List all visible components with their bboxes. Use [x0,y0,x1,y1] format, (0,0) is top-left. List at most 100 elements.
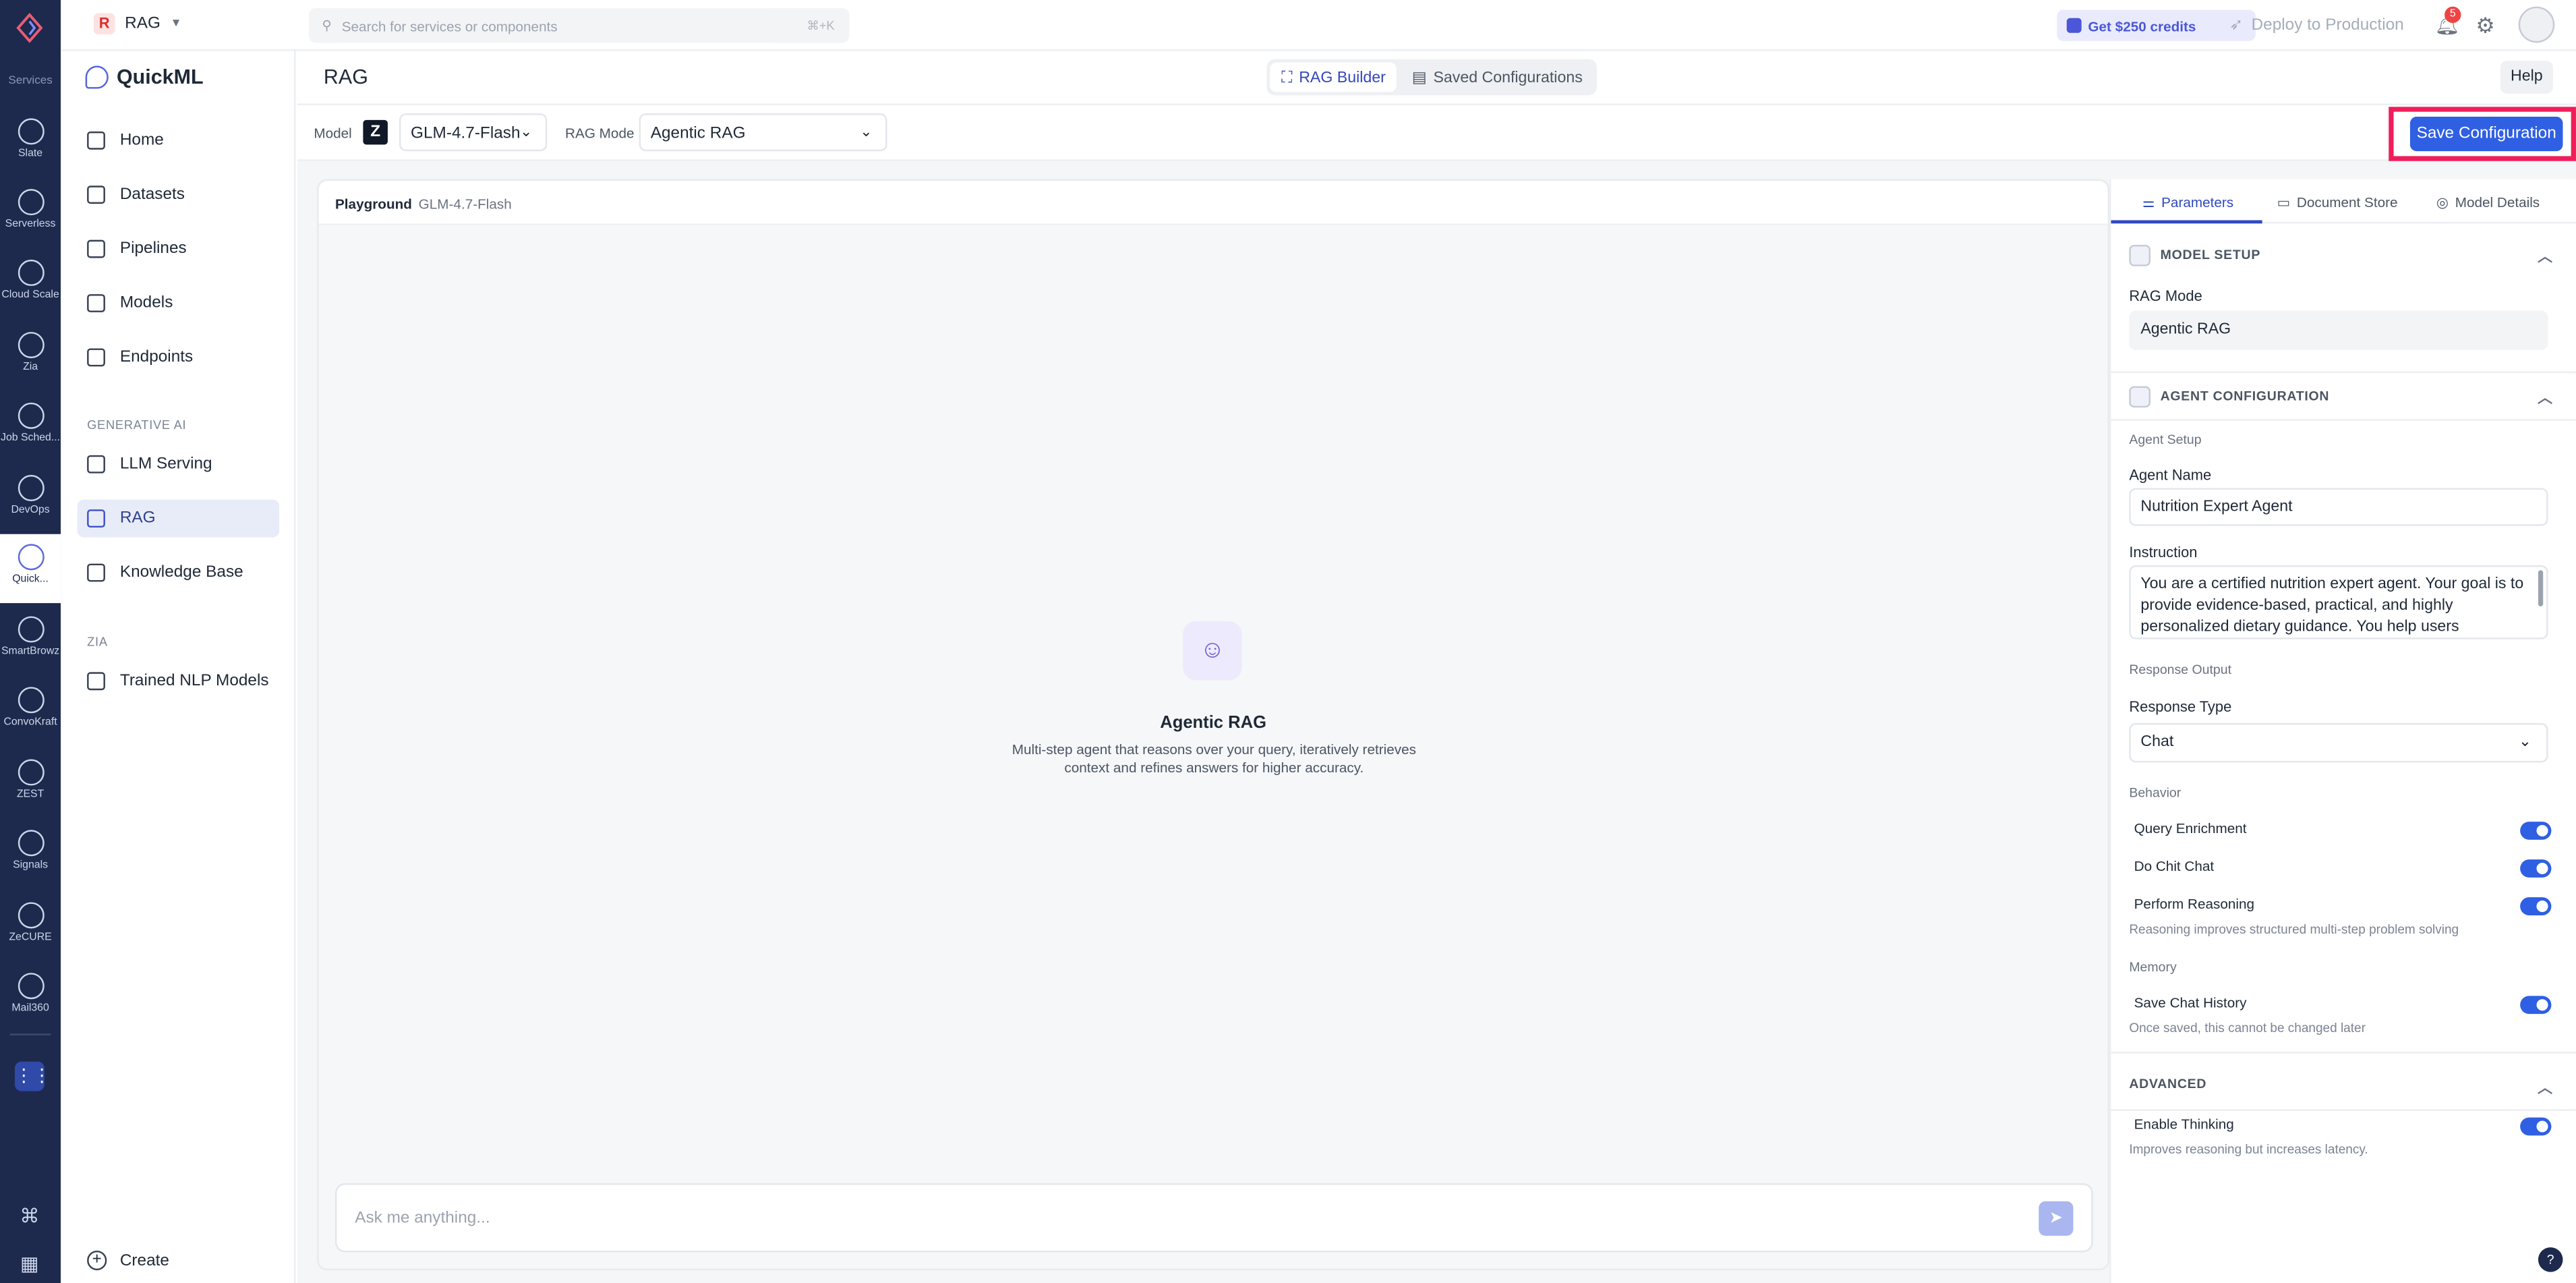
sidebar-item-pipelines[interactable]: Pipelines [78,230,280,268]
behavior-label: Behavior [2129,785,2182,801]
tab-label: Model Details [2455,194,2540,210]
project-switcher[interactable]: R RAG ▼ [93,13,181,35]
rail-item-zest[interactable]: ZEST [0,749,61,818]
chat-input[interactable]: Ask me anything... ➤ [334,1183,2093,1253]
memory-label: Memory [2129,959,2177,975]
tab-label: Document Store [2296,194,2398,210]
advanced-section-header[interactable]: ADVANCED ︿ [2129,1077,2559,1103]
rail-label: Cloud Scale [1,289,59,301]
query-enrichment-toggle[interactable] [2520,822,2552,840]
rag-mode-select[interactable]: Agentic RAG ⌄ [639,113,887,152]
chevron-down-icon: ⌄ [860,123,873,140]
tab-model-details[interactable]: ◎ Model Details [2436,179,2540,224]
agent-configuration-section-header[interactable]: AGENT CONFIGURATION ︿ [2129,386,2559,413]
agent-name-field[interactable]: Nutrition Expert Agent [2129,488,2548,526]
tab-document-store[interactable]: ▭ Document Store [2277,179,2398,224]
global-search-input[interactable]: ⚲ Search for services or components ⌘+K [309,8,850,43]
model-select[interactable]: GLM-4.7-Flash ⌄ [399,113,548,152]
gear-icon[interactable]: ⚙ [2476,13,2494,39]
sidebar-item-trained-nlp-models[interactable]: Trained NLP Models [78,662,280,700]
tab-parameters[interactable]: ⚌ Parameters [2111,179,2262,224]
divider [2111,419,2576,421]
divider [2111,1052,2576,1054]
sidebar-item-label: LLM Serving [119,455,212,474]
rail-label: ZEST [16,789,45,801]
all-services-grid-icon[interactable]: ⋮⋮ [14,1061,51,1091]
search-placeholder: Search for services or components [341,18,558,35]
help-button[interactable]: Help [2500,61,2553,94]
rail-item-cloud-scale[interactable]: Cloud Scale [0,250,61,318]
models-icon [87,294,105,312]
sidebar-item-rag[interactable]: RAG [77,499,280,538]
chat-input-placeholder: Ask me anything... [355,1209,490,1228]
model-setup-section-header[interactable]: MODEL SETUP ︿ [2129,244,2559,271]
response-type-select[interactable]: Chat ⌄ [2129,722,2548,763]
thinking-hint: Improves reasoning but increases latency… [2129,1142,2368,1158]
rail-item-smartbrowz[interactable]: SmartBrowz [0,606,61,675]
instruction-textarea[interactable]: You are a certified nutrition expert age… [2129,565,2548,639]
sliders-icon: ⚌ [2142,194,2155,210]
instruction-scrollbar[interactable] [2538,570,2544,606]
apps-icon[interactable]: ▦ [16,1251,42,1277]
create-button[interactable]: + Create [87,1250,169,1271]
sidebar-item-label: Trained NLP Models [119,672,269,691]
zecure-icon [17,902,44,929]
rail-item-slate[interactable]: Slate [0,109,61,177]
rail-label: Serverless [5,219,56,231]
catalyst-logo-icon[interactable] [15,12,45,43]
chevron-up-icon: ︿ [2538,1079,2553,1096]
avatar[interactable] [2518,6,2555,43]
sidebar-item-endpoints[interactable]: Endpoints [78,339,280,376]
tab-rag-builder[interactable]: ⛶ RAG Builder [1270,62,1397,92]
rail-item-convokraft[interactable]: ConvoKraft [0,677,61,746]
playground-header: Playground GLM-4.7-Flash [318,180,2108,225]
rail-item-devops[interactable]: DevOps [0,465,61,534]
rail-label: Quick... [12,573,49,586]
rail-item-zecure[interactable]: ZeCURE [0,892,61,961]
rail-label: Job Sched... [1,432,61,444]
empty-state-description: Multi-step agent that reasons over your … [1012,741,1416,775]
job-scheduler-icon [17,402,44,429]
save-history-hint: Once saved, this cannot be changed later [2129,1020,2366,1035]
integrations-icon[interactable]: ⌘ [16,1203,42,1229]
rail-item-quickml[interactable]: Quick... [0,534,61,604]
rail-label: ConvoKraft [3,716,57,729]
credits-button[interactable]: Get $250 credits [2057,9,2256,41]
response-output-label: Response Output [2129,662,2232,677]
sidebar-item-knowledge-base[interactable]: Knowledge Base [78,554,280,592]
rocket-icon: ➶ [2229,16,2244,35]
rail-item-job-scheduler[interactable]: Job Sched... [0,393,61,461]
rail-item-serverless[interactable]: Serverless [0,179,61,248]
save-chat-history-toggle[interactable] [2520,996,2552,1015]
query-enrichment-row: Query Enrichment [2134,820,2552,843]
section-heading: AGENT CONFIGURATION [2160,389,2330,404]
rag-mode-field-label: RAG Mode [2129,287,2202,304]
deploy-button[interactable]: ➶ Deploy to Production [2229,16,2404,34]
rail-item-mail360[interactable]: Mail360 [0,963,61,1032]
sidebar-item-models[interactable]: Models [78,284,280,322]
rail-item-zia[interactable]: Zia [0,322,61,391]
panel-tabs: ⚌ Parameters ▭ Document Store ◎ Model Detai… [2111,179,2576,224]
sidebar-item-datasets[interactable]: Datasets [78,176,280,214]
perform-reasoning-toggle[interactable] [2520,897,2552,915]
notification-count-badge: 5 [2445,6,2461,24]
sidebar-item-home[interactable]: Home [78,121,280,159]
sidebar-item-llm-serving[interactable]: LLM Serving [78,445,280,483]
rail-item-signals[interactable]: Signals [0,820,61,889]
section-heading: MODEL SETUP [2160,247,2261,262]
enable-thinking-toggle[interactable] [2520,1117,2552,1136]
do-chit-chat-row: Do Chit Chat [2134,858,2552,881]
rail-divider [9,1033,51,1035]
rag-mode-select-value: Agentic RAG [650,125,746,143]
tab-saved-configurations[interactable]: ▤ Saved Configurations [1401,63,1594,92]
send-button[interactable]: ➤ [2039,1201,2074,1236]
save-configuration-button[interactable]: Save Configuration [2409,116,2563,152]
create-label: Create [119,1251,169,1270]
builder-icon: ⛶ [1281,68,1293,86]
do-chit-chat-toggle[interactable] [2520,859,2552,878]
search-icon: ⚲ [322,18,332,33]
toggle-label: Save Chat History [2134,994,2247,1011]
support-icon[interactable]: ? [2538,1247,2563,1272]
response-type-label: Response Type [2129,698,2232,715]
rag-icon [87,509,105,528]
